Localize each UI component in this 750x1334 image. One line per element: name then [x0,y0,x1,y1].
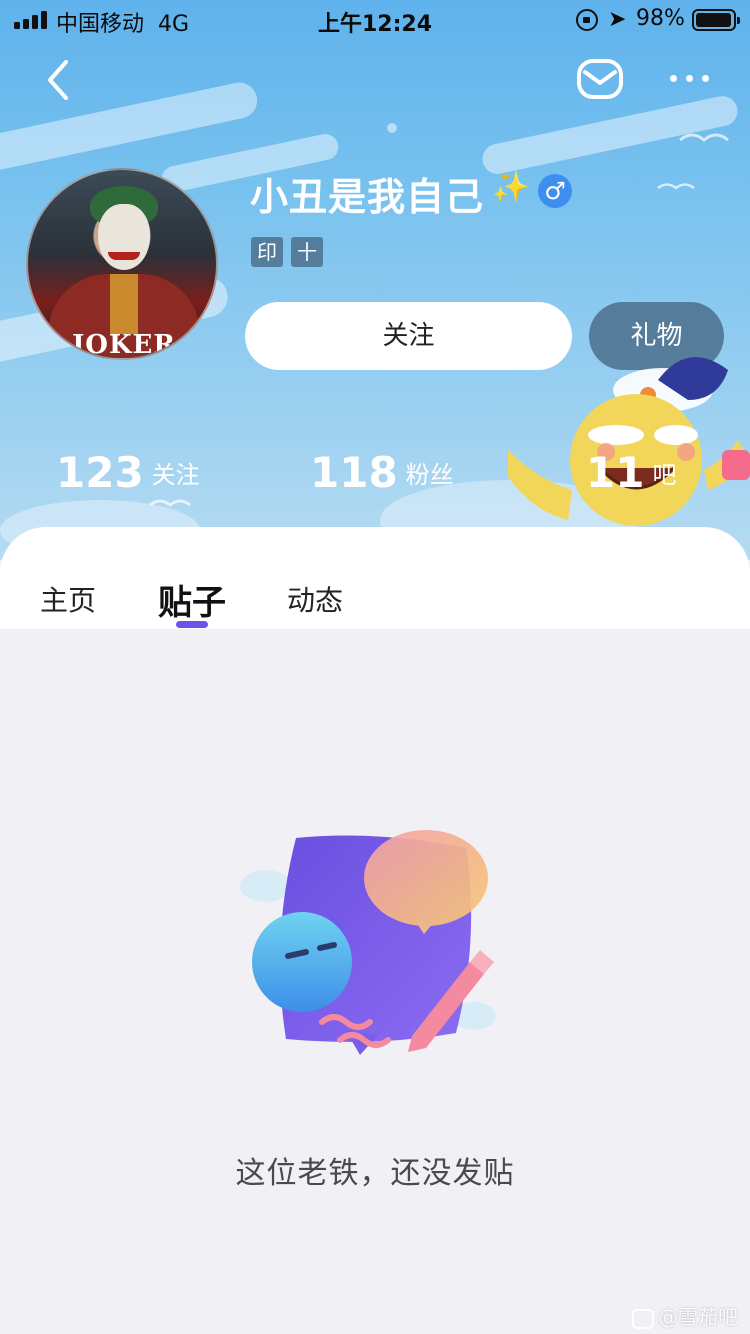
mail-icon[interactable] [576,58,624,100]
sparkle-icon: ✨ [492,170,530,205]
active-tab-indicator [176,621,208,628]
tab-activity[interactable]: 动态 [287,579,343,619]
rotation-lock-icon [576,9,598,31]
empty-state-message: 这位老铁，还没发贴 [235,1156,515,1191]
badge-tag-1[interactable]: 印 [251,237,283,267]
tab-home[interactable]: 主页 [40,579,96,619]
more-dots-icon[interactable] [668,70,712,86]
avatar-poster-text: JOKER [72,330,176,360]
avatar[interactable]: JOKER [26,168,218,360]
battery-percent: 98% [636,6,685,31]
male-gender-icon: ♂ [538,174,572,208]
location-arrow-icon: ➤ [608,7,627,32]
badge-tag-2[interactable]: 十 [291,237,323,267]
chevron-left-icon[interactable] [40,56,80,104]
stat-followers[interactable]: 118 粉丝 [310,448,454,497]
tab-bar: 主页 贴子 动态 [0,527,750,629]
username: 小丑是我自己 [250,175,485,219]
empty-posts-illustration [240,830,496,1055]
stat-bars[interactable]: 11 吧 [586,448,676,497]
stat-following[interactable]: 123 关注 [56,448,200,497]
battery-icon [692,9,740,31]
status-bar: 中国移动 4G 上午12:24 ➤ 98% [0,0,750,40]
tab-posts[interactable]: 贴子 [158,575,226,624]
watermark-logo-icon [632,1308,654,1329]
watermark: @雪茄吧 [632,1301,738,1330]
